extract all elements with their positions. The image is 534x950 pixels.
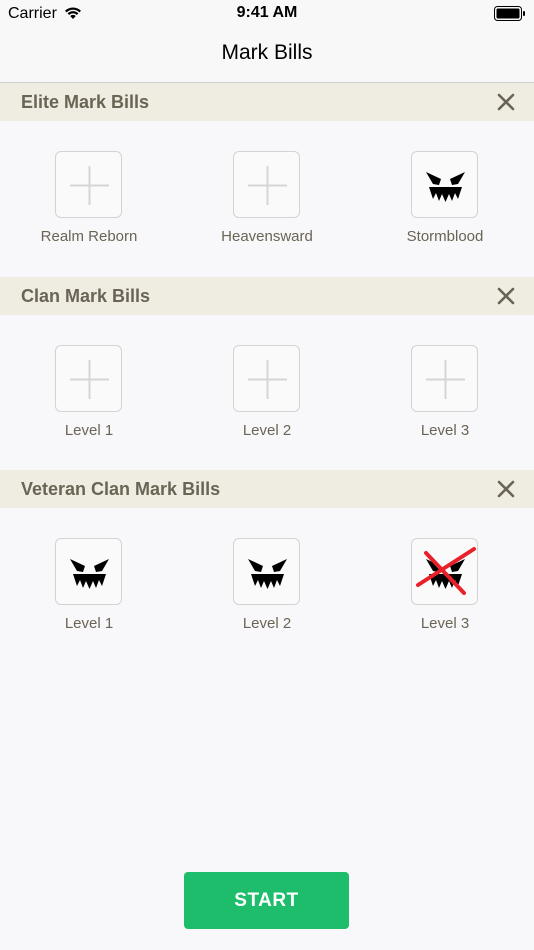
bill-slot-button[interactable]: [55, 345, 122, 412]
bill-slot-button[interactable]: [233, 151, 300, 218]
section-header-clan: Clan Mark Bills: [0, 277, 534, 315]
plus-icon: [426, 360, 465, 399]
monster-face-icon: [248, 559, 287, 589]
bill-slot-button[interactable]: [233, 345, 300, 412]
bill-label: Realm Reborn: [40, 228, 138, 245]
bill-veteran-level-2: Level 2: [197, 538, 337, 648]
bill-slot-button[interactable]: [233, 538, 300, 605]
section-title: Elite Mark Bills: [21, 92, 150, 112]
bill-clan-level-2: Level 2: [197, 345, 337, 455]
bill-label: Level 3: [420, 422, 470, 439]
section-title: Clan Mark Bills: [21, 286, 151, 306]
bill-slot-button[interactable]: [411, 345, 478, 412]
battery-icon: [494, 6, 525, 21]
navigation-bar: Mark Bills: [0, 28, 534, 83]
bill-veteran-level-1: Level 1: [19, 538, 159, 648]
bill-veteran-level-3: Level 3: [375, 538, 515, 648]
bill-label: Level 1: [64, 422, 114, 439]
crossed-monster-face-icon: [416, 547, 476, 595]
bill-slot-button[interactable]: [411, 151, 478, 218]
plus-icon: [70, 166, 109, 205]
bill-stormblood: Stormblood: [375, 151, 515, 261]
section-title: Veteran Clan Mark Bills: [21, 479, 221, 499]
bill-slot-button[interactable]: [55, 538, 122, 605]
monster-face-icon: [426, 172, 465, 202]
bill-slot-button[interactable]: [55, 151, 122, 218]
close-icon[interactable]: [496, 479, 516, 499]
page-title: Mark Bills: [221, 41, 313, 64]
status-bar: Carrier 9:41 AM: [0, 0, 534, 28]
bill-label: Level 1: [64, 615, 114, 632]
bill-clan-level-3: Level 3: [375, 345, 515, 455]
start-button[interactable]: START: [184, 872, 349, 929]
status-time: 9:41 AM: [236, 4, 298, 21]
close-icon[interactable]: [496, 92, 516, 112]
bill-heavensward: Heavensward: [197, 151, 337, 261]
bill-label: Level 3: [420, 615, 470, 632]
bill-label: Level 2: [242, 615, 292, 632]
section-header-elite: Elite Mark Bills: [0, 83, 534, 121]
bill-slot-button[interactable]: [411, 538, 478, 605]
bill-label: Stormblood: [406, 228, 484, 245]
bill-clan-level-1: Level 1: [19, 345, 159, 455]
bill-label: Heavensward: [221, 228, 313, 245]
plus-icon: [70, 360, 109, 399]
section-header-veteran-clan: Veteran Clan Mark Bills: [0, 470, 534, 508]
plus-icon: [248, 166, 287, 205]
close-icon[interactable]: [496, 286, 516, 306]
bill-label: Level 2: [242, 422, 292, 439]
bill-realm-reborn: Realm Reborn: [19, 151, 159, 261]
monster-face-icon: [70, 559, 109, 589]
plus-icon: [248, 360, 287, 399]
